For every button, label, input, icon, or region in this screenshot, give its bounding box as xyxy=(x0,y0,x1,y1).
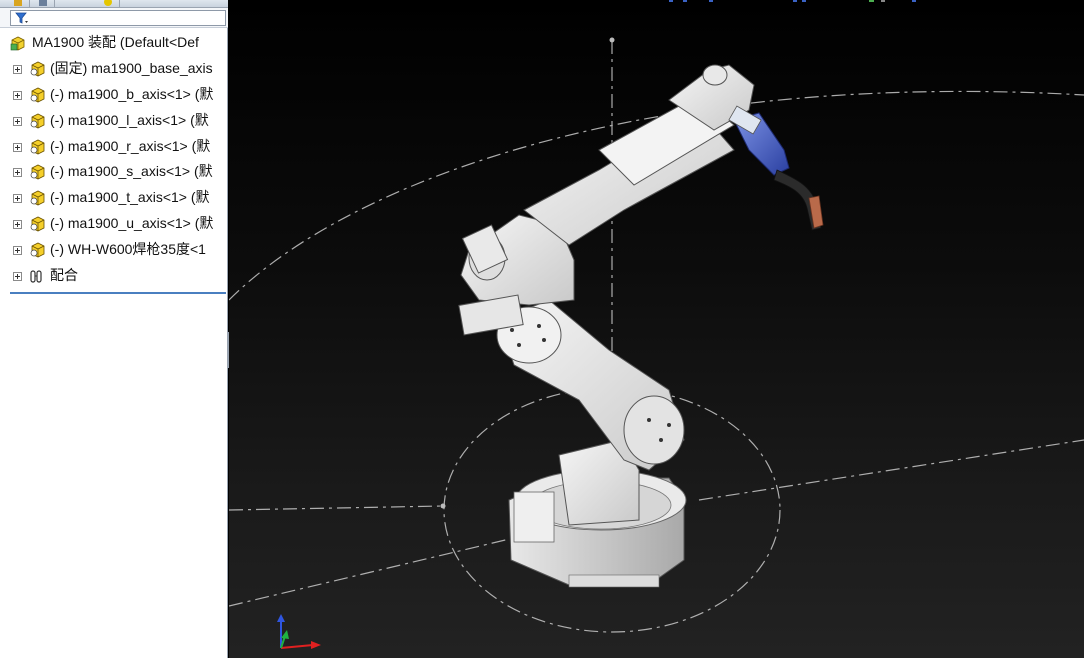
tree-item-label: 配合 xyxy=(50,267,78,284)
coordinate-triad-icon xyxy=(277,614,321,649)
tree-item-label: (-) ma1900_l_axis<1> (默 xyxy=(50,111,209,128)
axis-point xyxy=(440,503,446,509)
welding-torch[interactable] xyxy=(728,105,824,231)
expand-icon[interactable] xyxy=(13,194,22,204)
part-icon xyxy=(30,87,45,103)
robot-lower-arm[interactable] xyxy=(496,299,685,471)
expand-icon[interactable] xyxy=(13,142,22,152)
part-icon xyxy=(30,165,45,180)
tree-item-s-axis[interactable]: (-) ma1900_s_axis<1> (默 xyxy=(0,159,228,185)
expand-icon[interactable] xyxy=(13,168,22,178)
expand-icon[interactable] xyxy=(13,272,22,282)
tree-divider xyxy=(10,292,226,294)
feature-manager-tab[interactable] xyxy=(6,0,30,8)
tree-root-assembly[interactable]: MA1900 装配 (Default<Def xyxy=(0,30,228,56)
part-icon xyxy=(30,113,45,129)
part-icon xyxy=(30,242,45,258)
property-icon xyxy=(39,0,47,6)
tree-item-label: (-) WH-W600焊枪35度<1 xyxy=(50,241,206,258)
property-manager-tab[interactable] xyxy=(31,0,55,8)
tree-item-label: (-) ma1900_b_axis<1> (默 xyxy=(50,85,214,102)
tree-item-t-axis[interactable]: (-) ma1900_t_axis<1> (默 xyxy=(0,185,228,211)
graphics-viewport[interactable] xyxy=(229,0,1084,658)
display-icon xyxy=(104,0,112,6)
expand-icon[interactable] xyxy=(13,64,22,74)
tree-item-label: (-) ma1900_t_axis<1> (默 xyxy=(50,189,210,206)
expand-icon[interactable] xyxy=(13,90,22,100)
part-icon xyxy=(30,190,45,206)
tree-item-label: (-) ma1900_s_axis<1> (默 xyxy=(50,163,213,180)
tree-item-u-axis[interactable]: (-) ma1900_u_axis<1> (默 xyxy=(0,211,228,237)
tree-item-base-axis[interactable]: (固定) ma1900_base_axis xyxy=(0,56,228,82)
mates-icon xyxy=(30,270,42,283)
tree-item-label: (固定) ma1900_base_axis xyxy=(50,59,213,76)
display-manager-tab[interactable] xyxy=(96,0,120,8)
assembly-icon xyxy=(10,36,25,51)
panel-tab-bar xyxy=(0,0,228,8)
expand-icon[interactable] xyxy=(13,246,22,256)
tree-item-r-axis[interactable]: (-) ma1900_r_axis<1> (默 xyxy=(0,134,228,160)
axis-point xyxy=(609,37,615,43)
tree-item-b-axis[interactable]: (-) ma1900_b_axis<1> (默 xyxy=(0,82,228,108)
tree-root-label: MA1900 装配 (Default<Def xyxy=(32,34,199,50)
filter-icon[interactable] xyxy=(15,12,29,25)
part-icon xyxy=(30,139,45,155)
expand-icon[interactable] xyxy=(13,116,22,126)
tree-item-l-axis[interactable]: (-) ma1900_l_axis<1> (默 xyxy=(0,108,228,134)
feature-tree: MA1900 装配 (Default<Def (固定) ma1900_base_… xyxy=(0,30,228,289)
part-icon xyxy=(30,61,45,77)
tree-item-label: (-) ma1900_u_axis<1> (默 xyxy=(50,215,214,232)
expand-icon[interactable] xyxy=(13,220,22,230)
feature-manager-panel: MA1900 装配 (Default<Def (固定) ma1900_base_… xyxy=(0,0,228,658)
robot-model-scene[interactable] xyxy=(229,0,1084,658)
part-icon xyxy=(30,216,45,232)
feature-tree-icon xyxy=(14,0,22,6)
tree-item-mates[interactable]: 配合 xyxy=(0,263,228,289)
filter-bar xyxy=(0,8,228,28)
tree-item-label: (-) ma1900_r_axis<1> (默 xyxy=(50,137,211,154)
robot-upper-arm[interactable] xyxy=(523,64,755,246)
tree-item-welding-torch[interactable]: (-) WH-W600焊枪35度<1 xyxy=(0,237,228,263)
filter-input[interactable] xyxy=(10,10,226,26)
